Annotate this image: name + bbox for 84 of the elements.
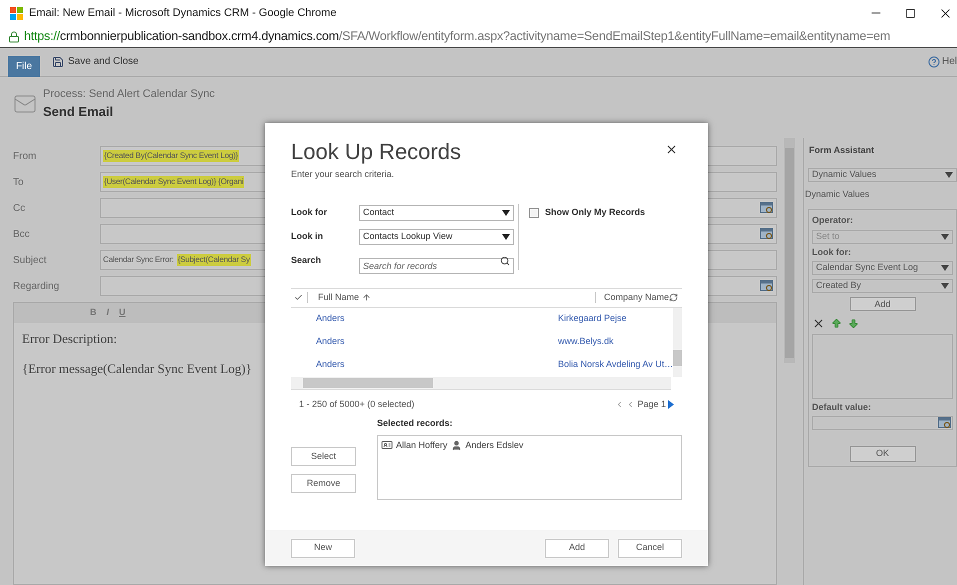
- dialog-subtitle: Enter your search criteria.: [291, 168, 396, 181]
- lookup-icon[interactable]: [760, 202, 774, 214]
- section-header[interactable]: Dynamic Values: [805, 188, 957, 201]
- windows-logo-icon: [10, 6, 23, 20]
- field-label: Cc: [13, 202, 26, 216]
- dropdown-arrow-icon: [502, 234, 510, 240]
- dropdown-arrow-icon: [941, 283, 949, 289]
- lock-icon: [8, 30, 20, 42]
- selected-record[interactable]: Allan Hoffery: [396, 438, 448, 452]
- name-link[interactable]: Anders: [316, 335, 558, 349]
- company-link[interactable]: Bolia Norsk Avdeling Av Ut…: [558, 358, 674, 372]
- search-field[interactable]: Search for records: [359, 258, 514, 274]
- field-label: Regarding: [13, 280, 60, 294]
- name-link[interactable]: Anders: [316, 312, 558, 326]
- dropdown-arrow-icon: [941, 234, 949, 240]
- help-icon: [928, 56, 940, 68]
- refresh-icon[interactable]: [669, 293, 678, 302]
- criteria-label: Search: [291, 254, 322, 267]
- page-number: Page 1: [637, 398, 666, 411]
- field-label: Look for:: [812, 246, 852, 258]
- column-header[interactable]: Full Name: [318, 290, 359, 304]
- field-label: Operator:: [812, 214, 854, 227]
- dynamic-value: {Subject(Calendar Sy: [176, 254, 251, 266]
- lookup-icon[interactable]: [938, 417, 952, 430]
- input-field[interactable]: [812, 416, 953, 430]
- window-title: Email: New Email - Microsoft Dynamics CRM - Google Chrome: [29, 6, 336, 21]
- editor-text: {Error message(Calendar Sync Event Log)}: [22, 360, 252, 378]
- dialog-title: Look Up Records: [291, 138, 461, 166]
- field-label: Bcc: [13, 228, 31, 242]
- add-button[interactable]: Add: [850, 297, 916, 311]
- select-field[interactable]: Contact: [359, 204, 514, 220]
- checkbox[interactable]: [529, 208, 539, 218]
- sort-ascending-icon: [362, 293, 371, 302]
- dropdown-arrow-icon: [941, 265, 949, 271]
- select-field[interactable]: Dynamic Values: [808, 168, 957, 182]
- field-label: Subject: [13, 254, 48, 268]
- search-icon[interactable]: [500, 256, 510, 266]
- select-all-icon[interactable]: [294, 293, 303, 302]
- company-link[interactable]: Kirkegaard Pejse: [558, 312, 627, 326]
- dropdown-arrow-icon: [502, 210, 510, 216]
- field-label: To: [13, 176, 25, 190]
- lookup-icon[interactable]: [760, 228, 774, 240]
- process-name: Process: Send Alert Calendar Sync: [43, 86, 215, 102]
- dynamic-value: {Created By(Calendar Sync Event Log)}: [103, 150, 240, 162]
- close-icon[interactable]: [665, 143, 678, 156]
- cancel-button[interactable]: Cancel: [618, 538, 682, 558]
- field-label: Default value:: [812, 400, 872, 414]
- move-up-icon[interactable]: [831, 318, 842, 329]
- contact-card-icon: [381, 439, 393, 452]
- person-icon: [451, 440, 462, 451]
- dropdown-arrow-icon: [945, 172, 953, 178]
- maximize-icon[interactable]: [905, 8, 916, 18]
- ok-button[interactable]: OK: [850, 446, 916, 462]
- remove-button[interactable]: Remove: [291, 474, 356, 493]
- next-page-icon[interactable]: [668, 400, 674, 409]
- column-header[interactable]: Company Name: [604, 290, 670, 304]
- criteria-label: Look in: [291, 230, 324, 243]
- help-link[interactable]: Hel: [942, 54, 957, 69]
- select-field[interactable]: Contacts Lookup View: [359, 228, 514, 244]
- record-count: 1 - 250 of 5000+ (0 selected): [299, 398, 414, 411]
- name-link[interactable]: Anders: [316, 358, 558, 372]
- panel-title: Form Assistant: [809, 144, 876, 157]
- field-text: Calendar Sync Error:: [103, 254, 174, 266]
- select-field[interactable]: Created By: [812, 279, 953, 293]
- criteria-label: Look for: [291, 206, 328, 219]
- save-and-close-button[interactable]: Save and Close: [68, 54, 139, 69]
- delete-icon[interactable]: [812, 317, 825, 330]
- selected-records-label: Selected records:: [377, 417, 454, 430]
- add-button[interactable]: Add: [545, 538, 609, 558]
- select-field[interactable]: Calendar Sync Event Log: [812, 261, 953, 275]
- editor-text: Error Description:: [22, 330, 117, 348]
- lookup-icon[interactable]: [760, 280, 774, 292]
- field-label: From: [13, 150, 38, 164]
- form-title: Send Email: [43, 103, 114, 121]
- vertical-scrollbar: [673, 308, 682, 376]
- select-button[interactable]: Select: [291, 447, 356, 466]
- file-tab[interactable]: File: [8, 56, 40, 77]
- company-link[interactable]: www.Belys.dk: [558, 335, 614, 349]
- checkbox-label: Show Only My Records: [545, 206, 646, 219]
- move-down-icon[interactable]: [848, 318, 859, 329]
- selected-record[interactable]: Anders Edslev: [465, 438, 524, 452]
- save-icon: [52, 56, 64, 68]
- new-button[interactable]: New: [291, 538, 355, 558]
- dynamic-value: {User(Calendar Sync Event Log)} {Organi: [103, 176, 244, 188]
